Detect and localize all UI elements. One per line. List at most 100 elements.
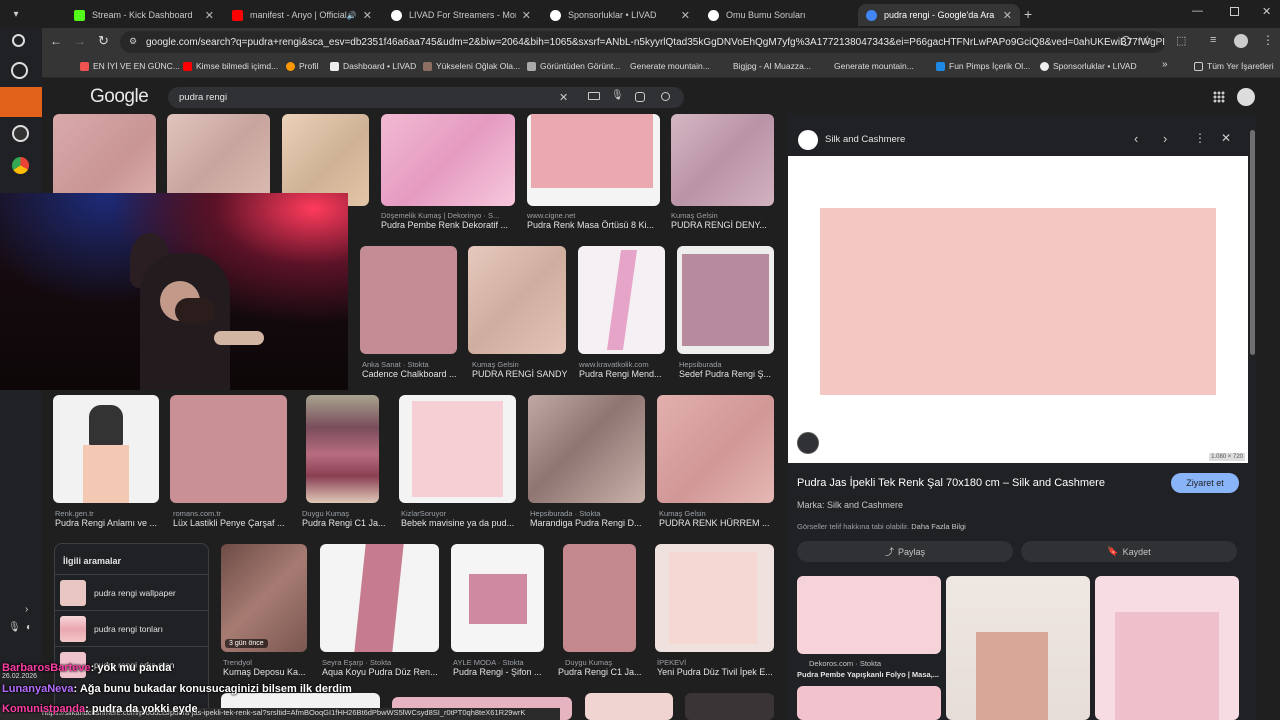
tab-google-search[interactable]: pudra rengi - Google'da Ara ✕ [858, 4, 1020, 26]
save-button[interactable]: 🔖 Kaydet [1021, 541, 1237, 562]
menu-icon[interactable]: ⋮ [1262, 33, 1274, 47]
close-window-icon[interactable]: ✕ [1262, 5, 1271, 18]
chrome-icon[interactable] [12, 157, 29, 174]
avatar[interactable] [1237, 88, 1255, 106]
share-button[interactable]: ⤴ Paylaş [797, 541, 1013, 562]
related-item[interactable]: pudra rengi wallpaper [55, 574, 208, 610]
forward-icon[interactable]: → [74, 34, 86, 48]
site-info-icon[interactable]: ⚙ [129, 36, 137, 47]
speaker-icon[interactable]: 🔊 [347, 11, 357, 20]
image-result[interactable] [360, 246, 457, 354]
image-caption[interactable]: PUDRA RENGİ SANDY [472, 369, 567, 379]
image-result[interactable] [170, 395, 287, 503]
new-tab-icon[interactable]: + [1024, 6, 1032, 22]
related-image[interactable] [797, 576, 941, 654]
visit-button[interactable]: Ziyaret et [1171, 473, 1239, 493]
restore-icon[interactable] [1230, 7, 1239, 16]
preview-image[interactable]: 1.080 × 720 [788, 156, 1248, 463]
scrollbar[interactable] [1250, 130, 1255, 355]
image-caption[interactable]: Yeni Pudra Düz Tivil İpek E... [657, 667, 776, 677]
close-tab-icon[interactable]: ✕ [205, 9, 214, 22]
image-result[interactable] [381, 114, 515, 206]
more-info-link[interactable]: Daha Fazla Bilgi [911, 522, 966, 531]
image-caption[interactable]: Pudra Rengi C1 Ja... [558, 667, 648, 677]
media-icon[interactable]: ≡ [1210, 34, 1216, 46]
bookmark-item[interactable]: Generate mountain... [834, 61, 914, 71]
image-result[interactable] [306, 395, 379, 503]
keyboard-icon[interactable] [588, 92, 600, 100]
mic-icon[interactable]: 🎙 [8, 622, 21, 633]
tab-livad-streamers[interactable]: LIVAD For Streamers - Monetiz✕ [383, 4, 539, 26]
bookmark-item[interactable]: Generate mountain... [630, 61, 710, 71]
image-result[interactable] [655, 544, 774, 652]
panel-title[interactable]: Pudra Jas İpekli Tek Renk Şal 70x180 cm … [797, 477, 1157, 489]
image-caption[interactable]: Pudra Rengi - Şifon ... [453, 667, 548, 677]
volume-icon[interactable]: ◐ [26, 622, 32, 633]
tab-omu-bumu[interactable]: Omu Bumu Soruları [700, 4, 856, 26]
image-caption[interactable]: Pudra Rengi Anlamı ve ... [55, 518, 159, 528]
chatgpt-icon[interactable] [11, 62, 28, 79]
image-result[interactable] [685, 693, 774, 720]
lens-icon[interactable] [797, 432, 819, 454]
bookmark-item[interactable]: Görüntüden Görünt... [527, 61, 620, 71]
related-caption[interactable]: Pudra Pembe Yapışkanlı Folyo | Masa,... [797, 670, 941, 679]
bookmark-item[interactable]: Bigjpg - AI Muazza... [733, 61, 811, 71]
image-result[interactable] [671, 114, 774, 206]
google-logo[interactable]: Google [90, 86, 149, 108]
image-caption[interactable]: Kumaş Deposu Ka... [223, 667, 307, 677]
bookmark-star-icon[interactable]: ☆ [1142, 33, 1153, 47]
image-result[interactable] [399, 395, 516, 503]
image-caption[interactable]: PUDRA RENGİ DENY... [671, 220, 774, 230]
image-result[interactable]: 3 gün önce [221, 544, 307, 652]
bookmark-item[interactable]: EN İYİ VE EN GÜNC... [80, 61, 180, 71]
mic-icon[interactable]: 🎙 [611, 90, 624, 101]
profile-icon[interactable] [1234, 34, 1248, 48]
image-caption[interactable]: Pudra Rengi Mend... [579, 369, 667, 379]
bookmark-item[interactable]: Profil [286, 61, 318, 71]
zoom-icon[interactable] [1121, 36, 1131, 46]
back-icon[interactable]: ← [50, 34, 62, 48]
bookmark-item[interactable]: Yükseleni Oğlak Ola... [423, 61, 520, 71]
image-result[interactable] [528, 395, 645, 503]
image-result[interactable] [563, 544, 636, 652]
close-tab-icon[interactable]: ✕ [363, 9, 372, 22]
app-icon[interactable] [12, 125, 29, 142]
search-input[interactable]: pudra rengi ✕ 🎙 [168, 87, 684, 108]
image-caption[interactable]: Cadence Chalkboard ... [362, 369, 457, 379]
search-icon[interactable] [661, 92, 670, 101]
bookmark-item[interactable]: Kimse bilmedi içimd... [183, 61, 278, 71]
related-item[interactable]: pudra rengi tonları [55, 610, 208, 646]
image-caption[interactable]: Pudra Rengi C1 Ja... [302, 518, 387, 528]
all-bookmarks-folder[interactable]: Tüm Yer İşaretleri [1194, 61, 1274, 71]
image-result[interactable] [585, 693, 673, 720]
close-tab-icon[interactable]: ✕ [681, 9, 690, 22]
image-caption[interactable]: Lüx Lastikli Penye Çarşaf ... [173, 518, 291, 528]
image-result[interactable] [677, 246, 774, 354]
tab-sponsorluklar[interactable]: Sponsorluklar • LIVAD ✕ [542, 4, 698, 26]
expand-icon[interactable]: › [25, 604, 28, 615]
image-result[interactable] [578, 246, 665, 354]
image-result[interactable] [468, 246, 566, 354]
extensions-icon[interactable]: ⬚ [1176, 34, 1186, 47]
more-options-icon[interactable]: ⋮ [1194, 131, 1206, 145]
more-bookmarks-icon[interactable]: » [1162, 59, 1168, 70]
image-caption[interactable]: Aqua Koyu Pudra Düz Ren... [322, 667, 441, 677]
apps-grid-icon[interactable] [1213, 91, 1225, 103]
image-result[interactable] [451, 544, 544, 652]
reload-icon[interactable]: ↻ [98, 33, 109, 49]
image-caption[interactable]: Sedef Pudra Rengi Ş... [679, 369, 774, 379]
image-result[interactable] [527, 114, 660, 206]
clear-icon[interactable]: ✕ [559, 91, 568, 104]
image-caption[interactable]: PUDRA RENK HÜRREM ... [659, 518, 776, 528]
panel-site-name[interactable]: Silk and Cashmere [825, 134, 905, 145]
related-image[interactable] [946, 576, 1090, 720]
close-tab-icon[interactable]: ✕ [522, 9, 531, 22]
image-caption[interactable]: Marandiga Pudra Rengi D... [530, 518, 647, 528]
tab-manifest[interactable]: manifest - Anyo | Official M 🔊 ✕ [224, 4, 380, 26]
tab-kick-dashboard[interactable]: Stream - Kick Dashboard ✕ [66, 4, 222, 26]
tab-search-icon[interactable]: ▾ [8, 6, 24, 22]
image-caption[interactable]: Bebek mavisine ya da pud... [401, 518, 518, 528]
close-tab-icon[interactable]: ✕ [1003, 9, 1012, 22]
next-icon[interactable]: › [1163, 131, 1167, 146]
lens-icon[interactable] [635, 92, 645, 102]
